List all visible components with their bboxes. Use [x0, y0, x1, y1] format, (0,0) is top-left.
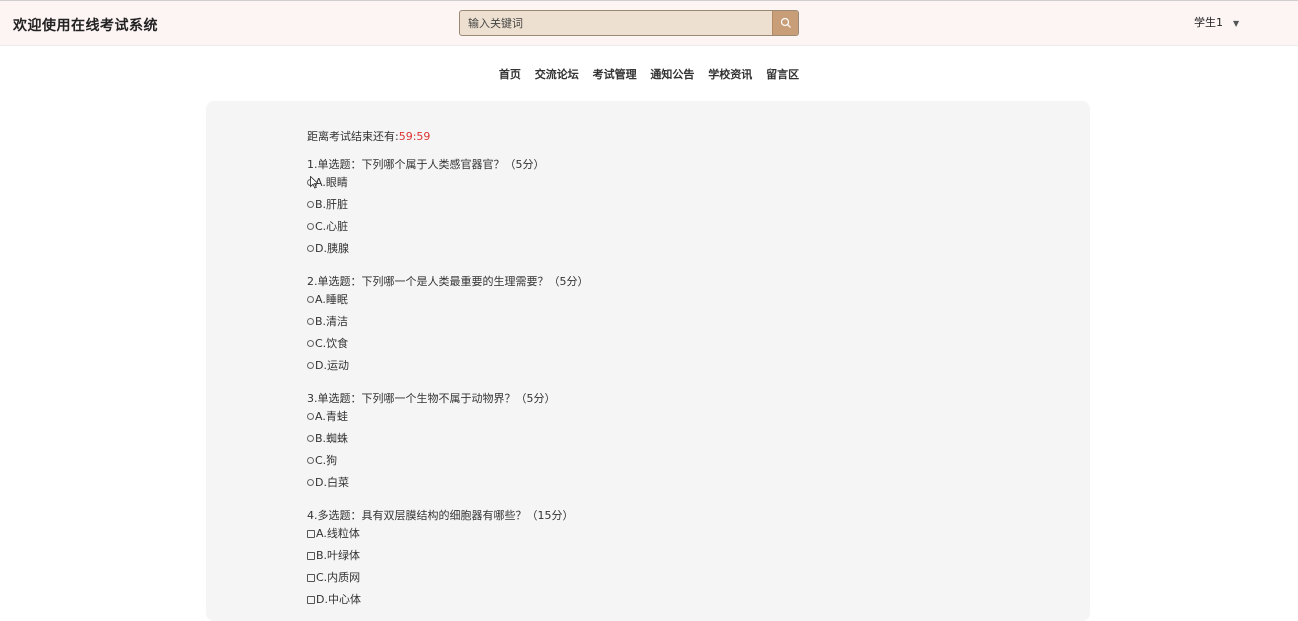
top-header: 欢迎使用在线考试系统 学生1 ▼	[0, 0, 1298, 46]
checkbox[interactable]	[307, 574, 315, 582]
radio-button[interactable]	[307, 413, 314, 420]
question-3: 3.单选题：下列哪一个生物不属于动物界？（5分） A.青蛙 B.蜘蛛 C.狗 D…	[307, 392, 556, 498]
radio-button[interactable]	[307, 296, 314, 303]
search-input[interactable]	[460, 11, 774, 35]
option-label: C.心脏	[315, 220, 349, 233]
nav-item-forum[interactable]: 交流论坛	[535, 68, 579, 81]
question-option[interactable]: A.睡眠	[307, 293, 589, 315]
option-label: B.蜘蛛	[315, 432, 349, 445]
option-label: B.肝脏	[315, 198, 349, 211]
search-icon	[780, 17, 791, 28]
question-option[interactable]: C.狗	[307, 454, 556, 476]
user-menu[interactable]: 学生1 ▼	[1194, 14, 1239, 30]
question-option[interactable]: B.清洁	[307, 315, 589, 337]
option-label: D.胰腺	[315, 242, 349, 255]
timer-value: 59:59	[398, 130, 431, 143]
nav-item-notices[interactable]: 通知公告	[650, 68, 694, 81]
checkbox[interactable]	[307, 530, 315, 538]
option-label: D.中心体	[316, 593, 361, 606]
timer-label: 距离考试结束还有:	[307, 130, 399, 143]
question-option[interactable]: A.线粒体	[307, 527, 574, 549]
checkbox[interactable]	[307, 552, 315, 560]
nav-item-home[interactable]: 首页	[499, 68, 521, 81]
option-label: C.狗	[315, 454, 338, 467]
radio-button[interactable]	[307, 479, 314, 486]
question-title: 3.单选题：下列哪一个生物不属于动物界？（5分）	[307, 392, 556, 405]
option-label: A.睡眠	[315, 293, 348, 306]
question-option[interactable]: D.胰腺	[307, 242, 545, 264]
radio-button[interactable]	[307, 362, 314, 369]
question-option[interactable]: B.肝脏	[307, 198, 545, 220]
option-label: B.叶绿体	[316, 549, 361, 562]
question-title: 4.多选题：具有双层膜结构的细胞器有哪些？（15分）	[307, 509, 574, 522]
site-title: 欢迎使用在线考试系统	[13, 18, 158, 34]
option-label: B.清洁	[315, 315, 349, 328]
search-box	[459, 10, 799, 36]
user-name: 学生1	[1194, 16, 1223, 29]
nav-item-school-news[interactable]: 学校资讯	[708, 68, 752, 81]
nav-item-message-board[interactable]: 留言区	[766, 68, 799, 81]
main-nav: 首页 交流论坛 考试管理 通知公告 学校资讯 留言区	[0, 66, 1298, 82]
question-option[interactable]: D.白菜	[307, 476, 556, 498]
exam-timer: 距离考试结束还有:59:59	[307, 128, 430, 144]
chevron-down-icon: ▼	[1233, 19, 1240, 28]
question-2: 2.单选题：下列哪一个是人类最重要的生理需要？（5分） A.睡眠 B.清洁 C.…	[307, 275, 589, 381]
question-4: 4.多选题：具有双层膜结构的细胞器有哪些？（15分） A.线粒体 B.叶绿体 C…	[307, 509, 574, 615]
question-1: 1.单选题：下列哪个属于人类感官器官？（5分） A.眼睛 B.肝脏 C.心脏 D…	[307, 158, 545, 264]
radio-button[interactable]	[307, 340, 314, 347]
question-option[interactable]: C.心脏	[307, 220, 545, 242]
option-label: A.眼睛	[315, 176, 348, 189]
question-title: 2.单选题：下列哪一个是人类最重要的生理需要？（5分）	[307, 275, 589, 288]
radio-button[interactable]	[307, 245, 314, 252]
question-title: 1.单选题：下列哪个属于人类感官器官？（5分）	[307, 158, 545, 171]
search-button[interactable]	[772, 11, 798, 35]
option-label: C.饮食	[315, 337, 349, 350]
question-option[interactable]: D.中心体	[307, 593, 574, 615]
mouse-cursor-icon	[310, 176, 319, 189]
nav-item-exam-management[interactable]: 考试管理	[593, 68, 637, 81]
radio-button[interactable]	[307, 435, 314, 442]
radio-button[interactable]	[307, 201, 314, 208]
radio-button[interactable]	[307, 223, 314, 230]
question-option[interactable]: B.蜘蛛	[307, 432, 556, 454]
checkbox[interactable]	[307, 596, 315, 604]
option-label: D.白菜	[315, 476, 349, 489]
question-option[interactable]: C.内质网	[307, 571, 574, 593]
option-label: D.运动	[315, 359, 349, 372]
question-option[interactable]: C.饮食	[307, 337, 589, 359]
question-option[interactable]: A.青蛙	[307, 410, 556, 432]
radio-button[interactable]	[307, 457, 314, 464]
radio-button[interactable]	[307, 318, 314, 325]
option-label: A.线粒体	[316, 527, 360, 540]
question-option[interactable]: A.眼睛	[307, 176, 545, 198]
option-label: A.青蛙	[315, 410, 348, 423]
question-option[interactable]: D.运动	[307, 359, 589, 381]
question-option[interactable]: B.叶绿体	[307, 549, 574, 571]
option-label: C.内质网	[316, 571, 361, 584]
